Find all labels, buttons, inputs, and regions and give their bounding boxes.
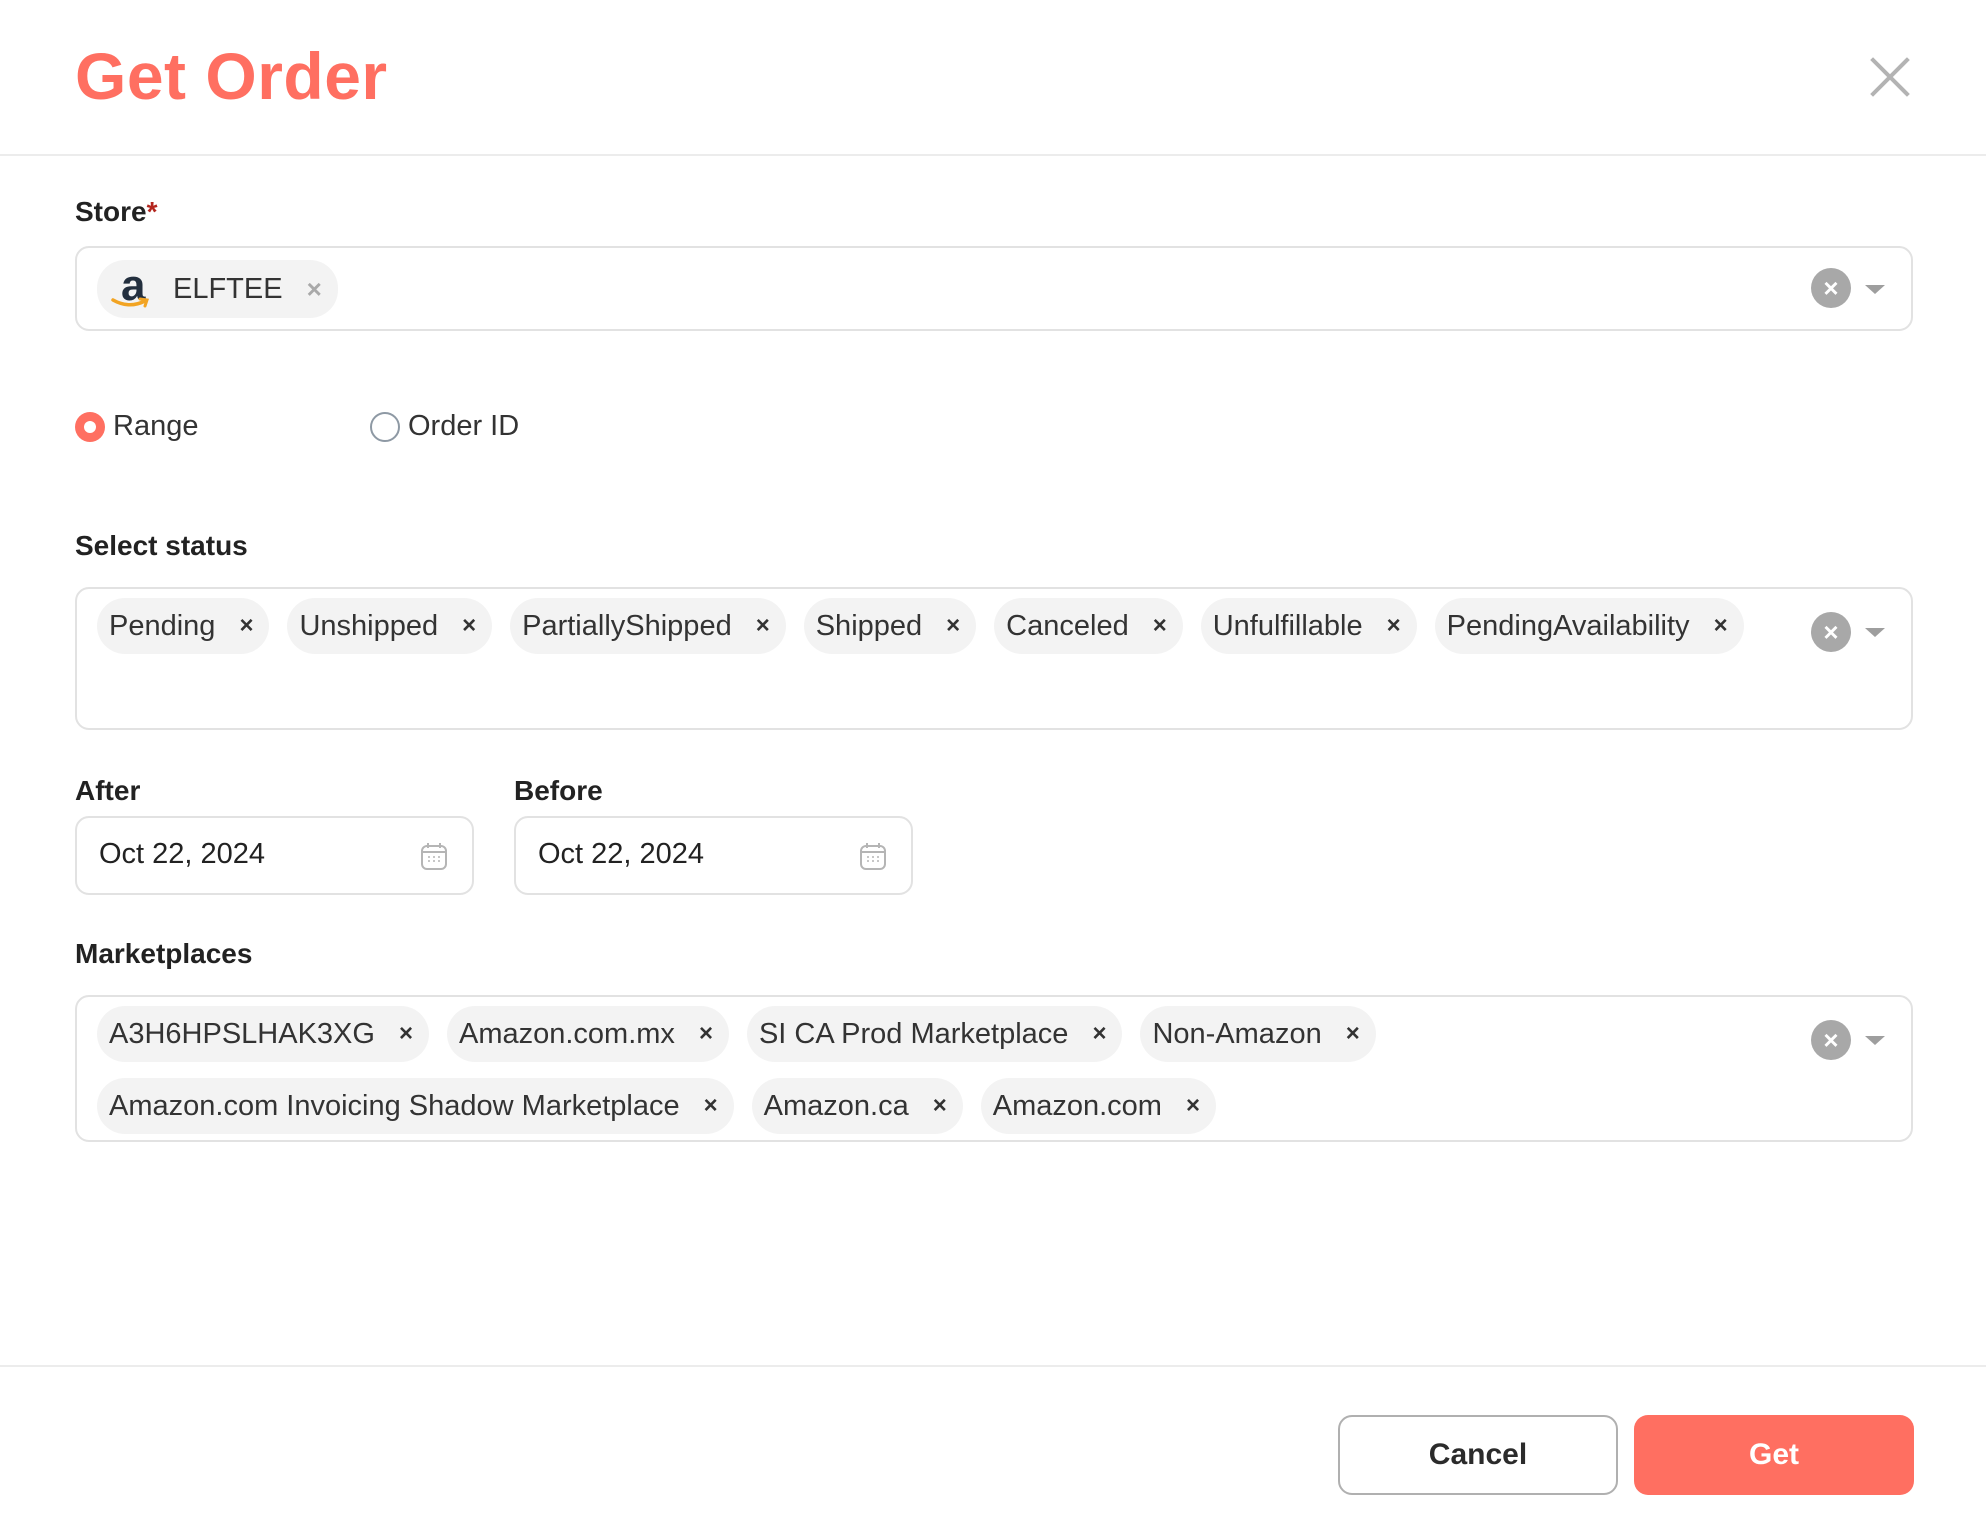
remove-chip-icon[interactable]: ×	[1092, 1020, 1106, 1048]
radio-order-id[interactable]: Order ID	[370, 410, 519, 443]
marketplace-chip-label: A3H6HPSLHAK3XG	[109, 1017, 375, 1050]
radio-checked-icon[interactable]	[75, 411, 105, 442]
status-chip: Unfulfillable ×	[1200, 598, 1417, 654]
remove-chip-icon[interactable]: ×	[1714, 612, 1728, 640]
calendar-icon[interactable]	[859, 841, 887, 876]
radio-range-label: Range	[113, 410, 199, 442]
marketplace-chips: A3H6HPSLHAK3XG × Amazon.com.mx × SI CA Prod …	[97, 1006, 1771, 1134]
footer-divider	[0, 1365, 1986, 1367]
cancel-button[interactable]: Cancel	[1338, 1415, 1618, 1495]
status-chip-label: Pending	[109, 609, 216, 642]
marketplace-chip: Non-Amazon ×	[1140, 1006, 1376, 1062]
marketplace-chip-label: Amazon.com.mx	[458, 1017, 675, 1050]
remove-chip-icon[interactable]: ×	[756, 612, 770, 640]
status-chip-label: Shipped	[815, 609, 923, 642]
clear-store-icon[interactable]: ×	[1811, 268, 1851, 308]
marketplace-chip-label: Non-Amazon	[1152, 1017, 1322, 1050]
dialog-header: Get Order	[0, 0, 1986, 156]
radio-order-id-label: Order ID	[408, 410, 520, 442]
clear-status-icon[interactable]: ×	[1811, 612, 1851, 652]
remove-chip-icon[interactable]: ×	[699, 1020, 713, 1048]
marketplace-chip: Amazon.ca ×	[751, 1078, 963, 1134]
store-label-text: Store	[75, 196, 147, 227]
status-chip-label: PendingAvailability	[1446, 609, 1690, 642]
mode-radio-group: Range Order ID	[75, 410, 519, 443]
store-select[interactable]: a ELFTEE × ×	[75, 246, 1913, 331]
marketplace-chip: SI CA Prod Marketplace ×	[746, 1006, 1123, 1062]
radio-range[interactable]: Range	[75, 410, 370, 443]
remove-chip-icon[interactable]: ×	[946, 612, 960, 640]
status-chip-label: PartiallyShipped	[522, 609, 732, 642]
remove-chip-icon[interactable]: ×	[1186, 1092, 1200, 1120]
remove-chip-icon[interactable]: ×	[1153, 612, 1167, 640]
calendar-icon[interactable]	[420, 841, 448, 876]
status-chip: PartiallyShipped ×	[510, 598, 786, 654]
status-select[interactable]: Pending × Unshipped × PartiallyShipped × Shipp…	[75, 587, 1913, 730]
marketplace-chip: Amazon.com.mx ×	[446, 1006, 729, 1062]
after-date-input[interactable]: Oct 22, 2024	[75, 816, 474, 895]
remove-chip-icon[interactable]: ×	[307, 274, 322, 305]
status-chip: Unshipped ×	[287, 598, 493, 654]
status-chip-label: Unshipped	[299, 609, 439, 642]
status-chip: Pending ×	[97, 598, 270, 654]
after-date-value: Oct 22, 2024	[99, 838, 266, 870]
required-mark: *	[146, 196, 158, 227]
remove-chip-icon[interactable]: ×	[239, 612, 253, 640]
amazon-logo-icon: a	[111, 261, 155, 311]
status-chip-label: Canceled	[1006, 609, 1129, 642]
radio-unchecked-icon[interactable]	[370, 411, 400, 442]
store-chip: a ELFTEE ×	[97, 260, 338, 318]
after-label: After	[75, 775, 141, 806]
chevron-down-icon[interactable]	[1865, 285, 1885, 294]
store-chip-label: ELFTEE	[173, 272, 283, 305]
chevron-down-icon[interactable]	[1865, 1036, 1885, 1045]
status-chips: Pending × Unshipped × PartiallyShipped × Shipp…	[97, 598, 1771, 654]
get-button[interactable]: Get	[1634, 1415, 1914, 1495]
remove-chip-icon[interactable]: ×	[399, 1020, 413, 1048]
marketplace-chip: Amazon.com Invoicing Shadow Marketplace ×	[97, 1078, 734, 1134]
marketplaces-label: Marketplaces	[75, 938, 253, 969]
store-label: Store*	[75, 196, 157, 228]
clear-marketplaces-icon[interactable]: ×	[1811, 1020, 1851, 1060]
status-chip: PendingAvailability ×	[1434, 598, 1744, 654]
before-date-value: Oct 22, 2024	[538, 838, 705, 870]
remove-chip-icon[interactable]: ×	[462, 612, 476, 640]
marketplace-chip-label: Amazon.ca	[763, 1089, 909, 1122]
marketplace-chip-label: Amazon.com	[992, 1089, 1162, 1122]
chevron-down-icon[interactable]	[1865, 628, 1885, 637]
close-icon[interactable]	[1868, 55, 1912, 99]
marketplace-chip-label: Amazon.com Invoicing Shadow Marketplace	[109, 1089, 680, 1122]
before-date-input[interactable]: Oct 22, 2024	[514, 816, 913, 895]
marketplace-chip-label: SI CA Prod Marketplace	[758, 1017, 1069, 1050]
status-label: Select status	[75, 530, 248, 561]
status-chip-label: Unfulfillable	[1212, 609, 1363, 642]
status-chip: Canceled ×	[994, 598, 1183, 654]
before-label: Before	[514, 775, 603, 806]
marketplace-chip: Amazon.com ×	[980, 1078, 1216, 1134]
status-chip: Shipped ×	[803, 598, 977, 654]
remove-chip-icon[interactable]: ×	[1387, 612, 1401, 640]
remove-chip-icon[interactable]: ×	[1346, 1020, 1360, 1048]
dialog-title: Get Order	[75, 39, 388, 113]
remove-chip-icon[interactable]: ×	[704, 1092, 718, 1120]
remove-chip-icon[interactable]: ×	[933, 1092, 947, 1120]
marketplace-chip: A3H6HPSLHAK3XG ×	[97, 1006, 429, 1062]
marketplaces-select[interactable]: A3H6HPSLHAK3XG × Amazon.com.mx × SI CA Prod …	[75, 995, 1913, 1142]
